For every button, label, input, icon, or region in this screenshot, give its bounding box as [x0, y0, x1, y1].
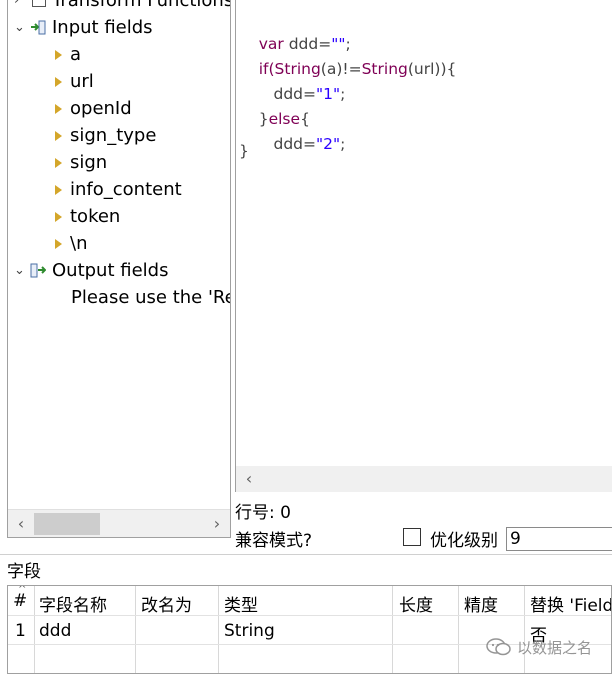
- watermark: 以数据之名: [486, 634, 592, 660]
- column-divider: [458, 586, 459, 673]
- code-line-6: }: [239, 142, 249, 160]
- field-triangle-icon: [55, 185, 62, 195]
- field-triangle-icon: [55, 212, 62, 222]
- scrollbar-thumb[interactable]: [34, 513, 100, 535]
- hint-text: Please use the 'Rep: [71, 287, 231, 308]
- fields-section-label: 字段: [7, 562, 41, 582]
- field-name: openId: [70, 98, 132, 119]
- tree-field-item[interactable]: sign: [8, 149, 230, 176]
- column-header[interactable]: 替换 'Field: [530, 591, 611, 616]
- field-triangle-icon: [55, 50, 62, 60]
- tree-item-input-fields[interactable]: ⌄ Input fields: [8, 14, 230, 41]
- column-divider: [392, 586, 393, 673]
- output-fields-icon: [30, 263, 46, 278]
- output-fields-hint: Please use the 'Rep: [8, 284, 230, 311]
- line-number: 行号: 0: [235, 503, 291, 523]
- field-name: a: [70, 44, 82, 65]
- field-name: sign: [70, 152, 108, 173]
- chevron-down-icon[interactable]: ⌄: [14, 257, 25, 284]
- field-triangle-icon: [55, 131, 62, 141]
- field-triangle-icon: [55, 158, 62, 168]
- field-name: info_content: [70, 179, 182, 200]
- column-divider: [218, 586, 219, 673]
- folder-icon: [32, 0, 46, 7]
- chevron-right-icon[interactable]: ›: [14, 0, 19, 14]
- tree-field-item[interactable]: info_content: [8, 176, 230, 203]
- tree-field-item[interactable]: token: [8, 203, 230, 230]
- wechat-icon: [486, 638, 511, 656]
- tree-item-output-fields[interactable]: ⌄ Output fields: [8, 257, 230, 284]
- scroll-left-icon[interactable]: ‹: [236, 466, 262, 492]
- column-divider: [135, 586, 136, 673]
- column-header[interactable]: 长度: [399, 591, 433, 616]
- scroll-left-icon[interactable]: ‹: [8, 510, 34, 537]
- column-divider: [34, 586, 35, 673]
- divider: [0, 554, 612, 555]
- column-header[interactable]: 改名为: [141, 591, 192, 616]
- table-cell-type[interactable]: String: [224, 621, 275, 641]
- column-header[interactable]: 精度: [464, 591, 498, 616]
- field-name: \n: [70, 233, 88, 254]
- tree-field-item[interactable]: url: [8, 68, 230, 95]
- row-number: 1: [15, 621, 26, 641]
- field-name: token: [70, 206, 121, 227]
- field-name: url: [70, 71, 94, 92]
- column-header[interactable]: #: [13, 591, 27, 611]
- tree-field-item[interactable]: \n: [8, 230, 230, 257]
- column-divider: [524, 586, 525, 673]
- opt-level-input[interactable]: 9: [506, 527, 612, 551]
- field-triangle-icon: [55, 239, 62, 249]
- tree-item-label: Transform Functions: [52, 0, 231, 11]
- watermark-text: 以数据之名: [517, 638, 593, 657]
- opt-level-label: 优化级别: [430, 531, 498, 551]
- fields-tree: › Transform Functions ⌄ Input fields a u…: [7, 0, 231, 538]
- chevron-down-icon[interactable]: ⌄: [14, 14, 25, 41]
- scroll-right-icon[interactable]: ›: [204, 510, 230, 537]
- tree-field-item[interactable]: sign_type: [8, 122, 230, 149]
- tree-item-label: Output fields: [52, 260, 169, 281]
- tree-item-transform-functions[interactable]: › Transform Functions: [8, 0, 230, 14]
- table-cell-name[interactable]: ddd: [39, 621, 71, 641]
- code-line-5: ddd="2";: [258, 135, 346, 153]
- compat-mode-label: 兼容模式?: [235, 531, 313, 551]
- field-name: sign_type: [70, 125, 157, 146]
- input-fields-icon: [31, 20, 46, 35]
- column-header[interactable]: 字段名称: [39, 591, 107, 616]
- field-triangle-icon: [55, 77, 62, 87]
- tree-item-label: Input fields: [52, 17, 153, 38]
- horizontal-scrollbar[interactable]: ‹: [236, 466, 612, 492]
- horizontal-scrollbar[interactable]: ‹ ›: [8, 509, 230, 537]
- tree-field-item[interactable]: openId: [8, 95, 230, 122]
- tree-field-item[interactable]: a: [8, 41, 230, 68]
- optimize-checkbox[interactable]: [403, 528, 421, 546]
- script-editor[interactable]: var ddd=""; if(String(a)!=String(url)){ …: [235, 0, 612, 492]
- fields-table[interactable]: ^ # 字段名称 改名为 类型 长度 精度 替换 'Field 1 ddd St…: [7, 585, 612, 674]
- field-triangle-icon: [55, 104, 62, 114]
- column-header[interactable]: 类型: [224, 591, 258, 616]
